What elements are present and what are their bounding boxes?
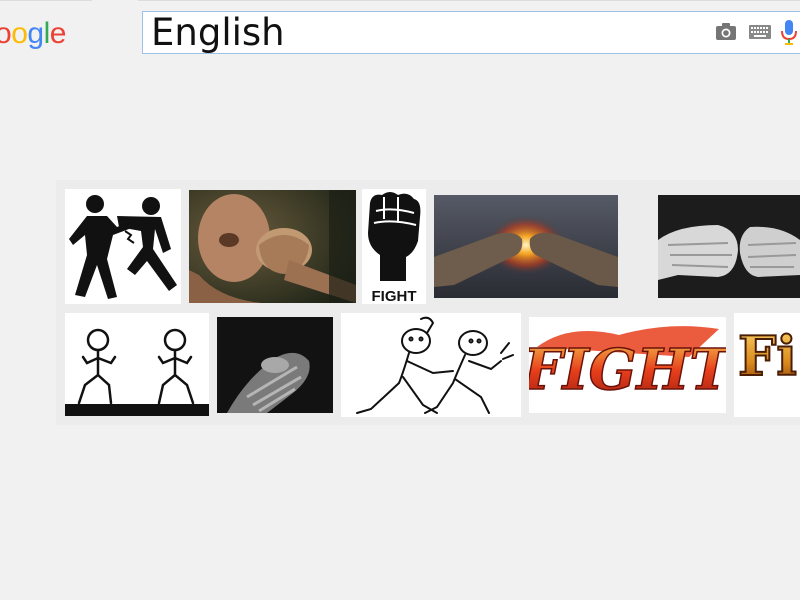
image-result-fight-fire-logo[interactable]: FIGHT (529, 317, 726, 413)
raised-fist-image: FIGHT (368, 192, 421, 304)
cartoon-fight-image (356, 316, 514, 414)
image-result-raised-fist-fight[interactable]: FIGHT (362, 189, 426, 304)
fists-fire-image (434, 195, 618, 298)
logo-letter: o (11, 17, 28, 50)
image-result-fists-colliding-fire[interactable] (434, 195, 618, 298)
top-border-right (138, 0, 800, 1)
search-input[interactable] (151, 12, 691, 53)
image-result-stick-figures-punch[interactable] (65, 189, 181, 304)
fight-gold-logo-image: Fi (737, 323, 798, 389)
google-logo[interactable]: oogle (0, 14, 66, 54)
top-border (0, 0, 92, 1)
punched-face-image (189, 190, 356, 303)
microphone-icon[interactable] (781, 20, 797, 51)
image-result-man-punched-face[interactable] (189, 190, 356, 303)
search-box[interactable] (142, 11, 800, 54)
image-result-wrapped-hands-dark[interactable] (217, 317, 333, 413)
image-result-wrapped-fists-bw[interactable] (658, 195, 800, 298)
wrapped-fists-image (658, 195, 800, 298)
fight-fire-logo-image: FIGHT (529, 326, 726, 404)
wrapped-hands-image (217, 317, 333, 413)
keyboard-icon[interactable] (749, 25, 771, 44)
cartoon-boxers-image (65, 328, 209, 416)
fight-logo-text: FIGHT (529, 337, 726, 403)
stick-figures-image (69, 195, 177, 299)
logo-letter: o (0, 17, 12, 50)
fight-caption: FIGHT (372, 288, 417, 304)
logo-letter: e (49, 17, 67, 50)
logo-letter: g (27, 17, 44, 50)
image-result-cartoon-boxers[interactable] (65, 313, 209, 416)
camera-icon[interactable] (715, 22, 737, 47)
fight-gold-text: Fi (738, 324, 797, 388)
image-result-fight-gold-logo[interactable]: Fi (734, 313, 800, 417)
image-result-cartoon-fight-sketch[interactable] (341, 313, 521, 417)
